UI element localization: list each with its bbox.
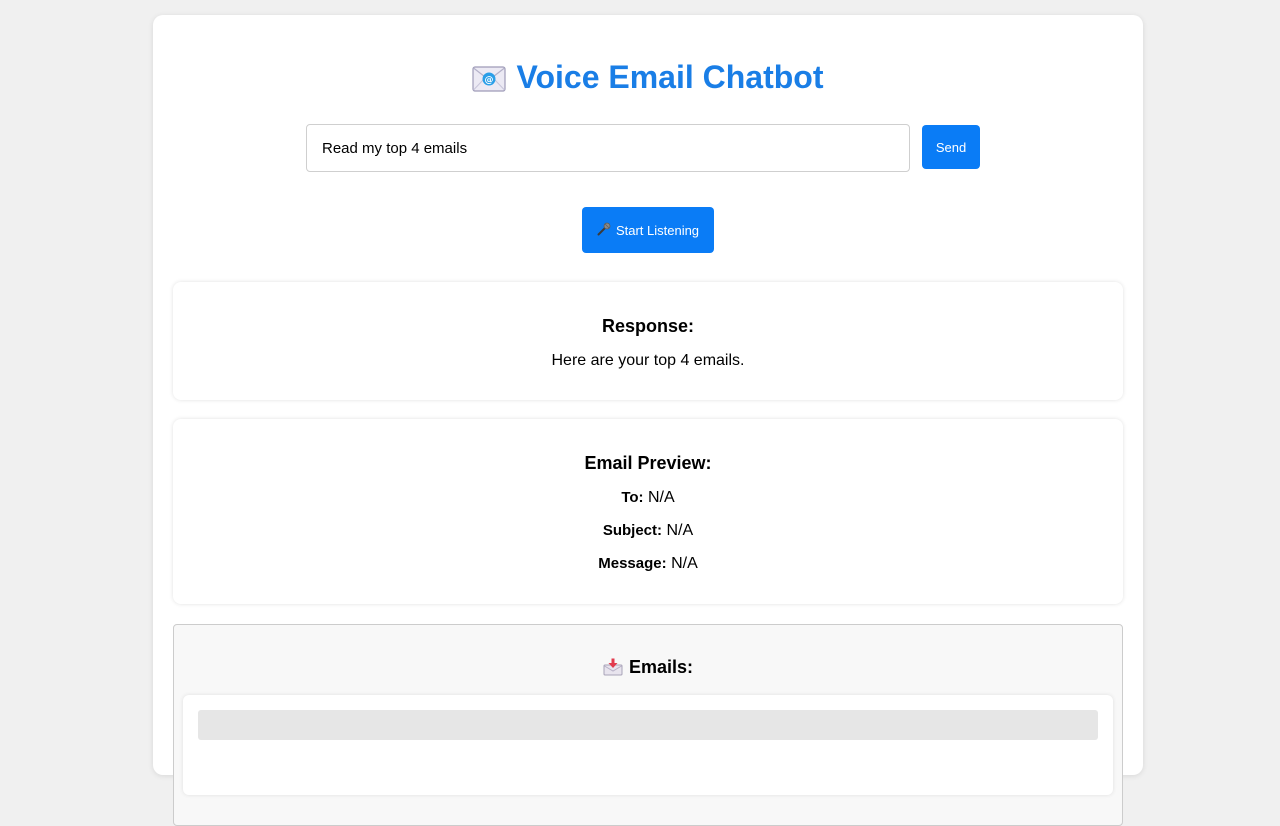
- preview-subject-label: Subject:: [602, 522, 663, 539]
- start-listening-label: Start Listening: [615, 222, 700, 238]
- preview-to-value: N/A: [648, 489, 675, 506]
- response-card: Response: Here are your top 4 emails.: [173, 282, 1123, 400]
- preview-message-value: N/A: [671, 555, 698, 572]
- query-input[interactable]: [306, 124, 910, 172]
- inbox-tray-icon: [603, 658, 623, 681]
- email-preview-heading: Email Preview:: [584, 453, 712, 473]
- emails-panel: Emails:: [173, 624, 1123, 826]
- email-item-placeholder: [198, 710, 1098, 740]
- emails-heading: Emails:: [174, 657, 1122, 681]
- send-button[interactable]: Send: [922, 125, 980, 169]
- page-title: @ Voice Email Chatbot: [153, 59, 1143, 99]
- response-heading: Response:: [601, 316, 695, 336]
- preview-message-label: Message:: [598, 555, 667, 572]
- preview-to-label: To:: [621, 489, 644, 506]
- preview-subject-row: Subject: N/A: [173, 522, 1123, 540]
- envelope-icon: @: [472, 63, 507, 99]
- email-preview-card: Email Preview: To: N/A Subject: N/A Mess…: [173, 419, 1123, 604]
- preview-to-row: To: N/A: [173, 489, 1123, 507]
- microphone-icon: [597, 222, 611, 239]
- svg-text:@: @: [485, 76, 494, 86]
- start-listening-button[interactable]: Start Listening: [582, 207, 714, 253]
- page-title-text: Voice Email Chatbot: [516, 59, 824, 95]
- emails-heading-text: Emails:: [628, 657, 694, 677]
- response-text: Here are your top 4 emails.: [551, 352, 745, 369]
- preview-subject-value: N/A: [666, 522, 694, 539]
- main-container: @ Voice Email Chatbot Send Start Listeni…: [153, 15, 1143, 826]
- email-list-item[interactable]: [183, 695, 1113, 795]
- preview-message-row: Message: N/A: [173, 555, 1123, 573]
